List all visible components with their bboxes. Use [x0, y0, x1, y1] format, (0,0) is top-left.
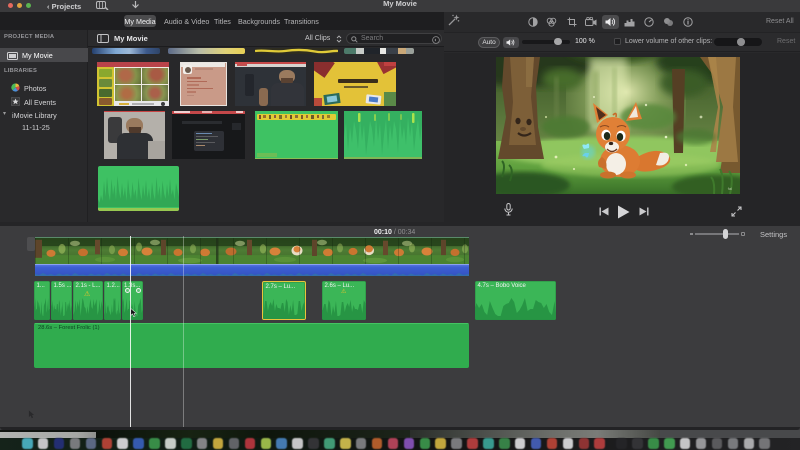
svg-text:fal: fal — [728, 186, 732, 191]
